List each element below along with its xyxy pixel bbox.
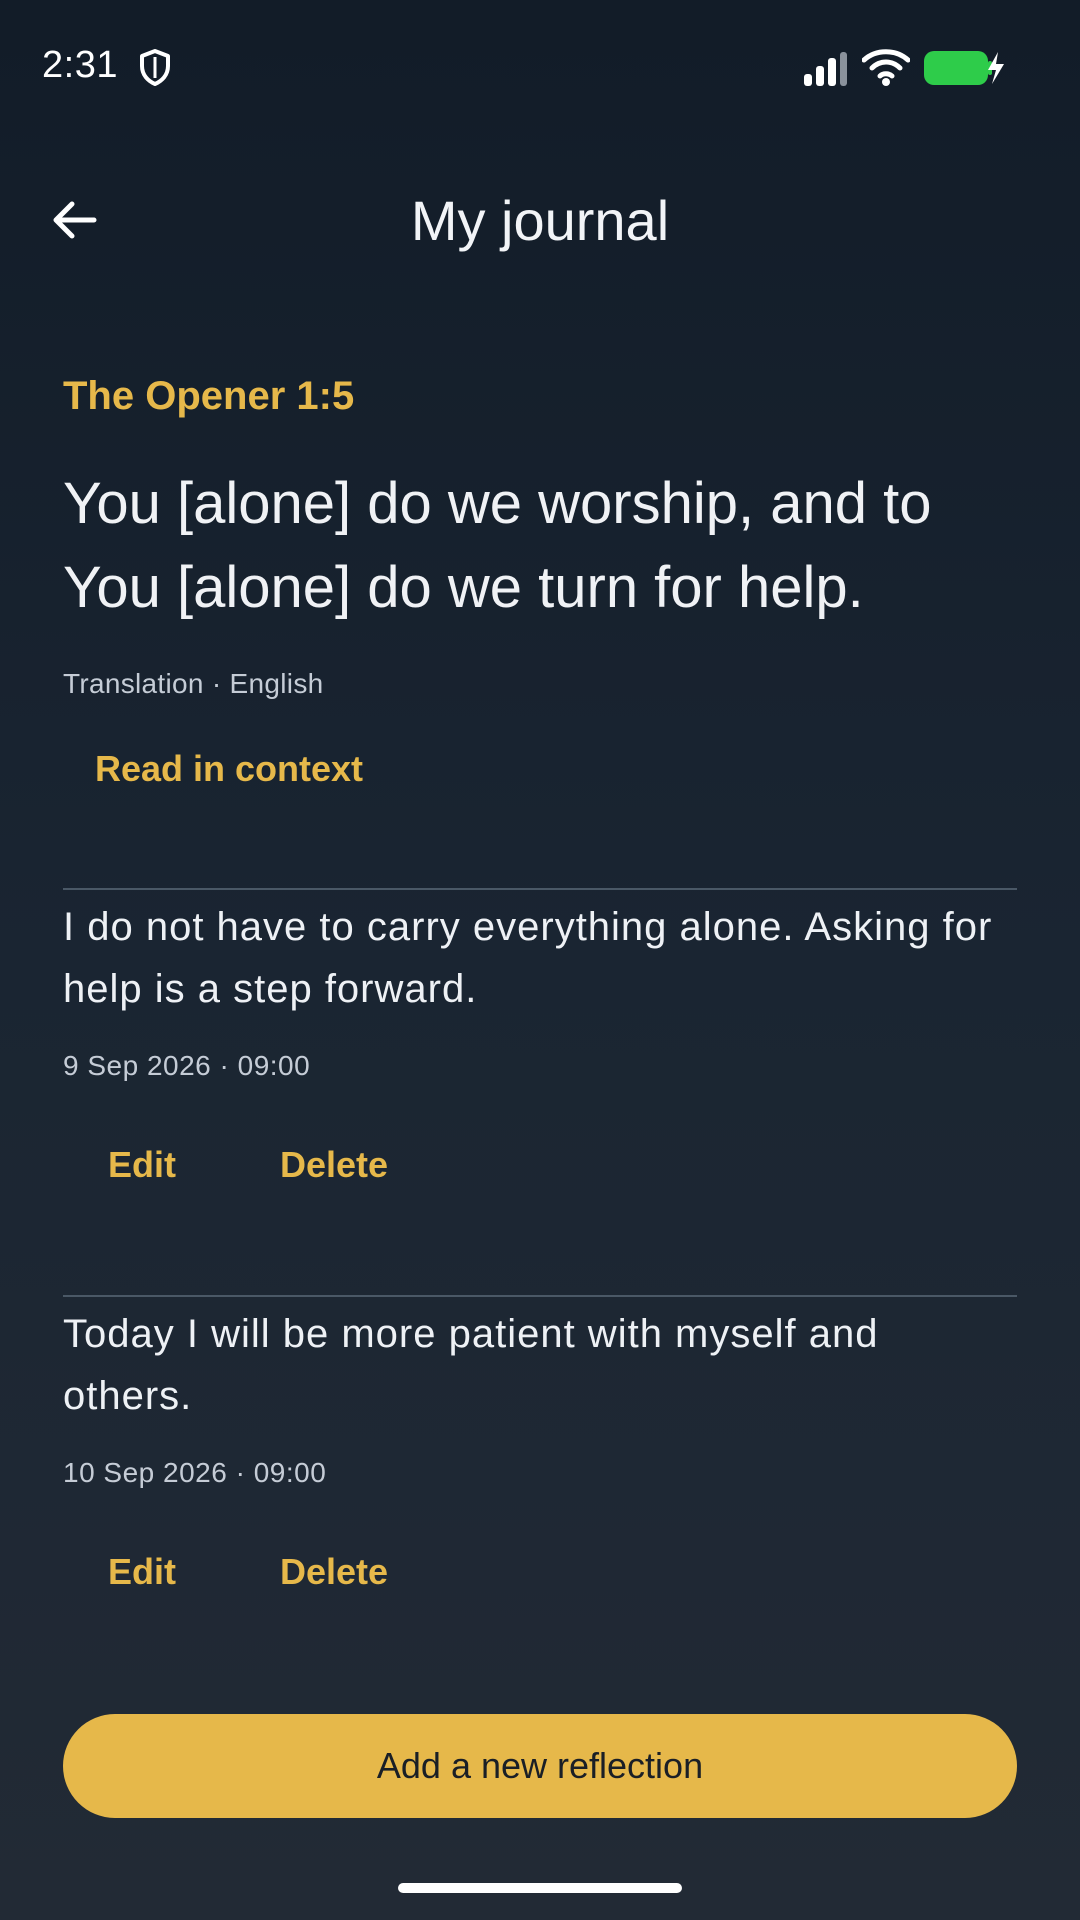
status-time: 2:31 [42, 44, 118, 86]
entry-text: I do not have to carry everything alone.… [63, 905, 993, 1011]
verse-translation-meta: Translation · English [63, 668, 324, 699]
edit-button[interactable]: Edit [63, 1537, 221, 1607]
signal-icon [804, 52, 847, 86]
entry-actions: Edit Delete [63, 1537, 1017, 1627]
read-in-context-button[interactable]: Read in context [63, 738, 395, 800]
journal-entry: I do not have to carry everything alone.… [63, 888, 1017, 1220]
delete-button[interactable]: Delete [235, 1537, 433, 1607]
add-reflection-button[interactable]: Add a new reflection [63, 1714, 1017, 1818]
journal-entry: Today I will be more patient with myself… [63, 1295, 1017, 1627]
shield-icon [140, 49, 170, 86]
top-app-bar: My journal [0, 160, 1080, 280]
wifi-icon [862, 49, 910, 86]
entry-timestamp: 9 Sep 2026 · 09:00 [63, 1050, 311, 1081]
entry-text: Today I will be more patient with myself… [63, 1312, 879, 1418]
entry-divider [63, 888, 1017, 890]
verse-reference: The Opener 1:5 [63, 374, 355, 418]
entry-divider [63, 1295, 1017, 1297]
edit-button[interactable]: Edit [63, 1130, 221, 1200]
entry-timestamp: 10 Sep 2026 · 09:00 [63, 1457, 327, 1488]
home-indicator[interactable] [398, 1883, 682, 1893]
delete-button[interactable]: Delete [235, 1130, 433, 1200]
entry-actions: Edit Delete [63, 1130, 1017, 1220]
page-title: My journal [410, 189, 670, 252]
battery-charging-icon [924, 51, 1004, 85]
verse-text: You [alone] do we worship, and to You [a… [63, 471, 932, 620]
status-bar: 2:31 [0, 0, 1080, 134]
